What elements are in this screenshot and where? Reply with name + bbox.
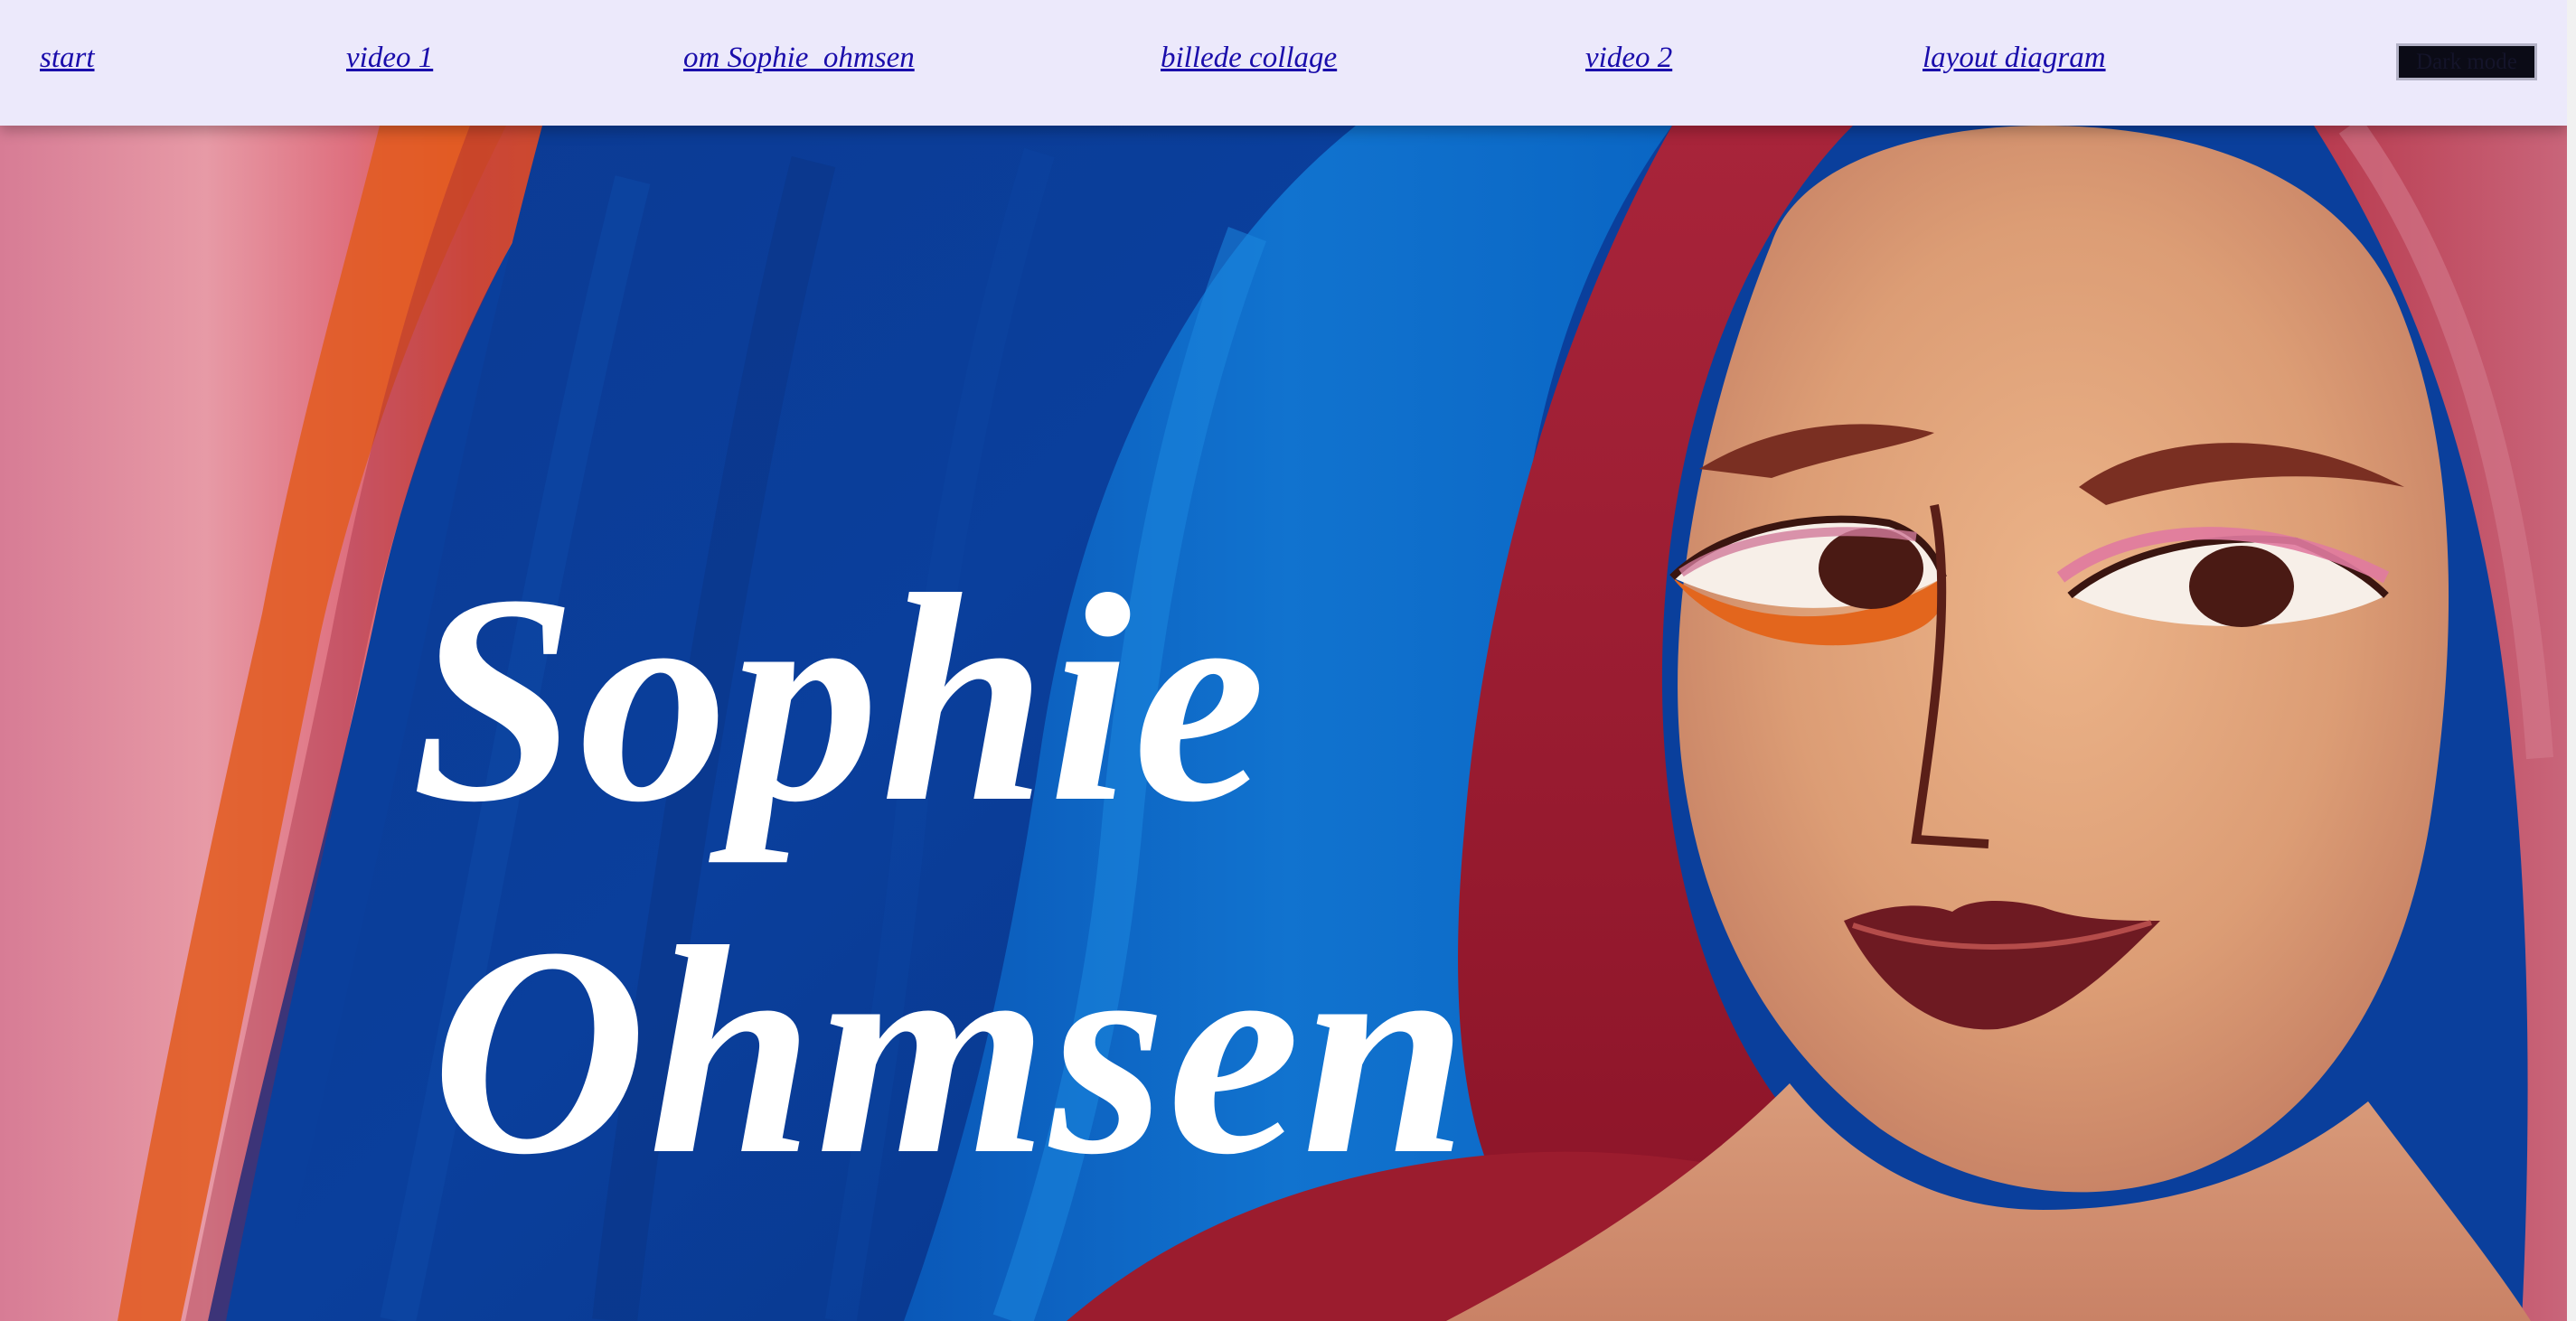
nav-link-layout-diagram[interactable]: layout diagram	[1923, 42, 2106, 75]
nav-link-start[interactable]: start	[40, 42, 95, 75]
hero-section: Sophie Ohmsen	[0, 126, 2567, 1321]
nav-link-video-2[interactable]: video 2	[1585, 42, 1672, 75]
hero-title-first-name: Sophie	[411, 534, 1268, 864]
nav-link-image-collage[interactable]: billede collage	[1161, 42, 1337, 75]
nav-link-video-1[interactable]: video 1	[346, 42, 433, 75]
page-scrollbar[interactable]	[2567, 0, 2576, 1321]
page: start video 1 om Sophie_ohmsen billede c…	[0, 0, 2576, 1321]
dark-mode-button[interactable]: Dark mode	[2396, 43, 2537, 80]
nav-link-about[interactable]: om Sophie_ohmsen	[683, 42, 915, 75]
hero-title-last-name: Ohmsen	[431, 886, 1470, 1216]
hero-title: Sophie Ohmsen	[411, 523, 1470, 1228]
top-navigation-bar: start video 1 om Sophie_ohmsen billede c…	[0, 0, 2567, 126]
